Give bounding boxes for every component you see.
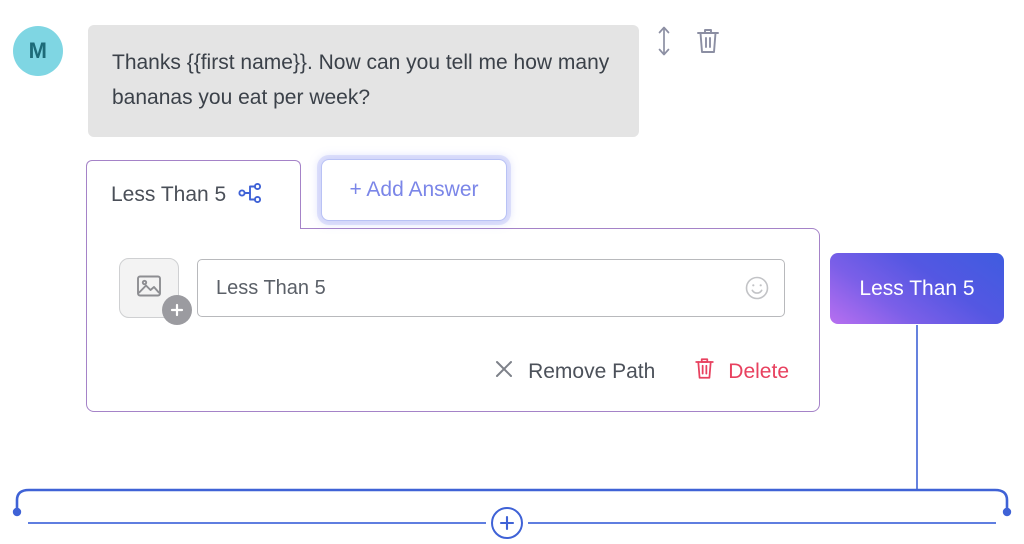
plus-icon[interactable] — [162, 295, 192, 325]
answer-input-wrapper — [197, 259, 785, 317]
add-image-button[interactable] — [119, 258, 192, 325]
path-node-card[interactable]: Less Than 5 — [830, 253, 1004, 324]
avatar: M — [13, 26, 63, 76]
trash-icon[interactable] — [695, 26, 721, 61]
message-toolbar — [655, 24, 721, 63]
delete-label: Delete — [728, 359, 789, 383]
path-node-label: Less Than 5 — [859, 276, 975, 300]
add-answer-button[interactable]: + Add Answer — [321, 159, 507, 221]
answer-panel: Remove Path Delete — [86, 228, 820, 412]
message-text: Thanks {{first name}}. Now can you tell … — [112, 51, 610, 109]
trash-icon — [693, 356, 716, 387]
tab-less-than-5[interactable]: Less Than 5 — [86, 160, 301, 229]
answer-input[interactable] — [198, 260, 784, 316]
bracket-end-right — [1002, 507, 1012, 517]
answer-actions: Remove Path Delete — [492, 356, 789, 387]
plus-circle-icon[interactable] — [491, 507, 523, 539]
answer-row — [119, 258, 785, 325]
smiley-icon[interactable] — [744, 275, 770, 301]
remove-path-label: Remove Path — [528, 359, 656, 383]
tab-label: Less Than 5 — [111, 183, 227, 206]
add-answer-label: + Add Answer — [349, 178, 479, 201]
vertical-resize-icon[interactable] — [655, 24, 673, 63]
bracket-end-left — [12, 507, 22, 517]
branch-icon[interactable] — [238, 181, 263, 210]
avatar-initial: M — [28, 38, 48, 63]
delete-answer-button[interactable]: Delete — [693, 356, 789, 387]
message-bubble[interactable]: Thanks {{first name}}. Now can you tell … — [88, 25, 639, 137]
image-icon — [134, 271, 164, 306]
close-x-icon — [492, 357, 516, 387]
flow-builder-canvas: M Thanks {{first name}}. Now can you tel… — [0, 0, 1024, 544]
remove-path-button[interactable]: Remove Path — [492, 357, 655, 387]
